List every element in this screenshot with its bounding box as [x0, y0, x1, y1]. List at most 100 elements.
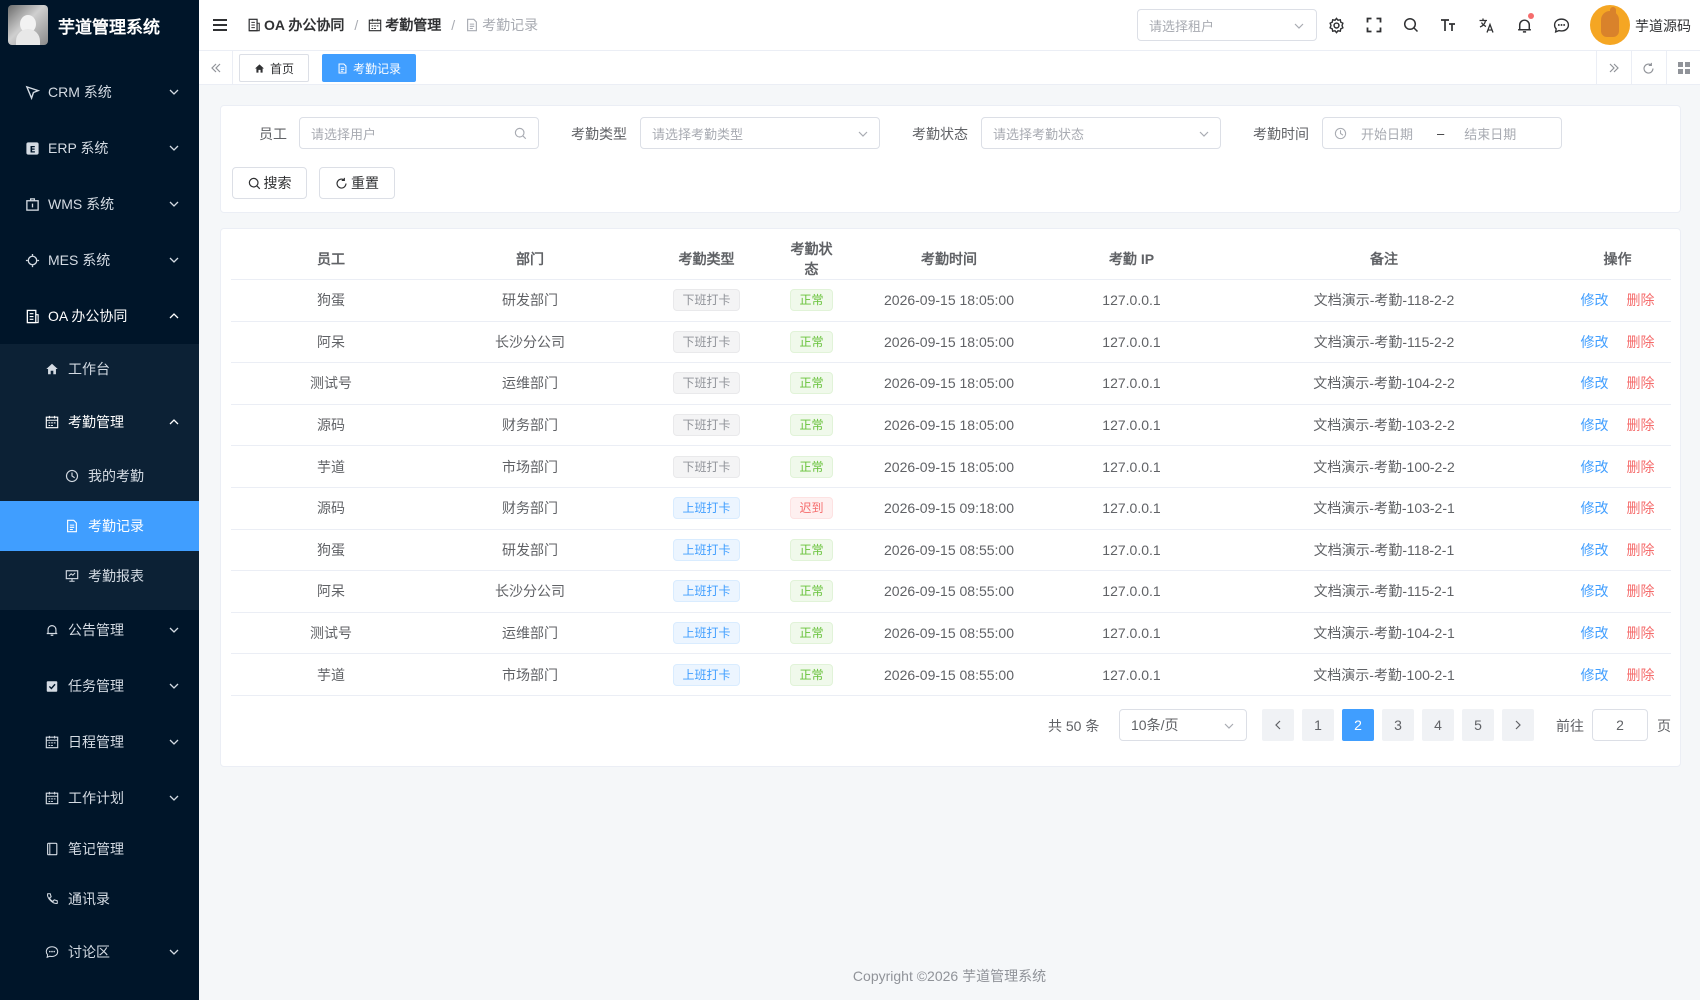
sidebar-item-label: 日程管理 [68, 734, 124, 750]
page-button[interactable]: 1 [1302, 709, 1334, 741]
sidebar-item-erp[interactable]: E ERP 系统 [0, 126, 199, 170]
sidebar-item-attendance-report[interactable]: 考勤报表 [0, 554, 199, 598]
edit-button[interactable]: 修改 [1581, 417, 1609, 433]
column-header[interactable]: 操作 [1564, 239, 1671, 280]
cell-actions: 修改 删除 [1564, 445, 1671, 488]
column-header[interactable]: 备注 [1204, 239, 1564, 280]
sidebar-item-notes[interactable]: 笔记管理 [0, 827, 199, 871]
font-size-icon[interactable] [1438, 15, 1458, 35]
sidebar-item-contacts[interactable]: 通讯录 [0, 877, 199, 921]
reset-button[interactable]: 重置 [319, 167, 395, 199]
translate-icon[interactable] [1476, 15, 1496, 35]
edit-button[interactable]: 修改 [1581, 667, 1609, 683]
delete-button[interactable]: 删除 [1627, 292, 1655, 308]
page-button[interactable]: 4 [1422, 709, 1454, 741]
sidebar-item-crm[interactable]: CRM 系统 [0, 70, 199, 114]
page-size-select[interactable]: 10条/页 [1119, 709, 1247, 741]
end-date-placeholder[interactable]: 结束日期 [1464, 124, 1516, 143]
column-header[interactable]: 考勤状态 [784, 239, 839, 280]
column-header[interactable]: 考勤类型 [629, 239, 784, 280]
sidebar-item-wms[interactable]: WMS 系统 [0, 182, 199, 226]
page-button[interactable]: 3 [1382, 709, 1414, 741]
start-date-placeholder[interactable]: 开始日期 [1361, 124, 1421, 143]
column-header[interactable]: 部门 [431, 239, 629, 280]
sidebar-item-my-attendance[interactable]: 我的考勤 [0, 454, 199, 498]
user-name[interactable]: 芋道源码 [1635, 16, 1691, 36]
sidebar-item-notice[interactable]: 公告管理 [0, 608, 199, 652]
delete-button[interactable]: 删除 [1627, 375, 1655, 391]
logo[interactable]: 芋道管理系统 [0, 0, 199, 50]
grid-menu-icon[interactable] [1666, 51, 1700, 85]
cell-employee: 测试号 [231, 362, 431, 405]
delete-button[interactable]: 删除 [1627, 542, 1655, 558]
bell-icon[interactable] [1514, 13, 1534, 35]
sidebar-item-discussion[interactable]: 讨论区 [0, 930, 199, 974]
cell-employee: 阿呆 [231, 570, 431, 613]
delete-button[interactable]: 删除 [1627, 667, 1655, 683]
menu-toggle-icon[interactable] [213, 19, 227, 31]
sidebar-item-task[interactable]: 任务管理 [0, 664, 199, 708]
goto-page-input[interactable]: 2 [1592, 709, 1648, 741]
column-header[interactable]: 考勤时间 [839, 239, 1059, 280]
attendance-status-select[interactable]: 请选择考勤状态 [981, 117, 1221, 149]
settings-icon[interactable] [1326, 15, 1346, 35]
attendance-type-tag: 上班打卡 [673, 663, 740, 686]
breadcrumb-item-current: 考勤记录 [465, 15, 538, 35]
page-suffix: 页 [1657, 718, 1671, 734]
edit-button[interactable]: 修改 [1581, 334, 1609, 350]
sidebar-item-schedule[interactable]: 日程管理 [0, 720, 199, 764]
scroll-left-icon[interactable] [199, 51, 233, 85]
sidebar-item-attendance-record[interactable]: 考勤记录 [0, 501, 199, 551]
sidebar-item-mes[interactable]: MES 系统 [0, 238, 199, 282]
tab-attendance-record[interactable]: 考勤记录 [322, 54, 417, 82]
next-page-button[interactable] [1502, 709, 1534, 741]
cell-ip: 127.0.0.1 [1059, 570, 1204, 613]
delete-button[interactable]: 删除 [1627, 500, 1655, 516]
prev-page-button[interactable] [1262, 709, 1294, 741]
edit-button[interactable]: 修改 [1581, 500, 1609, 516]
sidebar-item-attendance[interactable]: 考勤管理 [0, 400, 199, 444]
cell-remark: 文档演示-考勤-118-2-2 [1204, 279, 1564, 322]
column-header[interactable]: 员工 [231, 239, 431, 280]
cell-remark: 文档演示-考勤-104-2-2 [1204, 362, 1564, 405]
column-header[interactable]: 考勤 IP [1059, 239, 1204, 280]
attendance-status-label: 考勤状态 [912, 126, 968, 142]
delete-button[interactable]: 删除 [1627, 334, 1655, 350]
edit-button[interactable]: 修改 [1581, 583, 1609, 599]
sidebar-item-work-plan[interactable]: 工作计划 [0, 776, 199, 820]
page-button-active[interactable]: 2 [1342, 709, 1374, 741]
search-icon[interactable] [1401, 15, 1421, 35]
date-range-picker[interactable]: 开始日期 – 结束日期 [1322, 117, 1562, 149]
message-icon[interactable] [1551, 15, 1571, 35]
delete-button[interactable]: 删除 [1627, 583, 1655, 599]
fullscreen-icon[interactable] [1364, 15, 1384, 35]
delete-button[interactable]: 删除 [1627, 625, 1655, 641]
delete-button[interactable]: 删除 [1627, 417, 1655, 433]
edit-button[interactable]: 修改 [1581, 375, 1609, 391]
employee-select[interactable]: 请选择用户 [299, 117, 539, 149]
attendance-type-tag: 上班打卡 [673, 580, 740, 603]
page-button[interactable]: 5 [1462, 709, 1494, 741]
cell-department: 财务部门 [431, 404, 629, 447]
search-button[interactable]: 搜索 [232, 167, 307, 199]
edit-button[interactable]: 修改 [1581, 542, 1609, 558]
tenant-select[interactable]: 请选择租户 [1137, 9, 1317, 41]
edit-button[interactable]: 修改 [1581, 292, 1609, 308]
delete-button[interactable]: 删除 [1627, 459, 1655, 475]
refresh-icon[interactable] [1631, 51, 1665, 85]
sidebar-item-workbench[interactable]: 工作台 [0, 347, 199, 391]
cell-attendance-time: 2026-09-15 18:05:00 [839, 279, 1059, 322]
edit-button[interactable]: 修改 [1581, 459, 1609, 475]
breadcrumb-label: OA 办公协同 [264, 17, 345, 33]
tab-home[interactable]: 首页 [239, 54, 310, 82]
breadcrumb-item-attendance[interactable]: 考勤管理 [368, 15, 441, 35]
cell-actions: 修改 删除 [1564, 487, 1671, 530]
calendar-icon [44, 414, 60, 430]
sidebar-item-oa[interactable]: OA 办公协同 [0, 294, 199, 338]
attendance-type-select[interactable]: 请选择考勤类型 [640, 117, 880, 149]
user-avatar[interactable] [1590, 5, 1630, 45]
edit-button[interactable]: 修改 [1581, 625, 1609, 641]
breadcrumb-item-oa[interactable]: OA 办公协同 [247, 15, 344, 35]
tab-label: 首页 [270, 61, 295, 76]
scroll-right-icon[interactable] [1596, 51, 1630, 85]
